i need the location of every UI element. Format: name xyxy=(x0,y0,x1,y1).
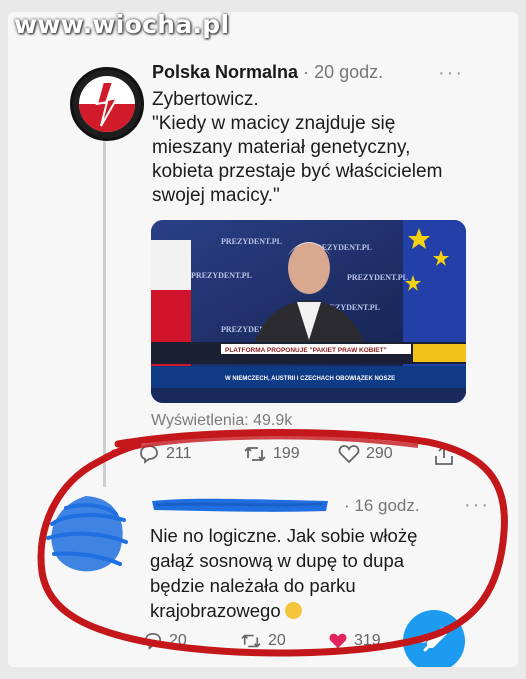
tweet-text: Zybertowicz. "Kiedy w macicy znajduje si… xyxy=(152,89,443,206)
heart-filled-icon xyxy=(329,633,347,649)
ticker-bottom: W NIEMCZECH, AUSTRII I CZECHACH OBOWIĄZE… xyxy=(225,376,395,382)
press-conference-photo: PREZYDENT.PL PREZYDENT.PL PREZYDENT.PL P… xyxy=(151,220,466,403)
share-icon xyxy=(435,444,453,465)
like-action[interactable]: 290 xyxy=(338,444,393,464)
ticker-headline: PLATFORMA PROPONUJE "PAKIET PRAW KOBIET" xyxy=(225,347,387,354)
reply-reply-action[interactable]: 20 xyxy=(143,632,187,650)
reply-text-content: Nie no logiczne. Jak sobie włożę gałąź s… xyxy=(150,525,418,621)
reply-retweet-action[interactable]: 20 xyxy=(240,632,286,650)
share-action[interactable] xyxy=(434,444,454,466)
reply-avatar-scribbled[interactable] xyxy=(46,494,130,578)
reply-like-count: 319 xyxy=(354,632,381,649)
reply-retweet-count: 20 xyxy=(268,632,286,649)
tweet-screenshot: Polska Normalna · 20 godz. ··· Zybertowi… xyxy=(8,12,518,667)
polish-flag-logo-icon xyxy=(73,70,141,138)
reply-time: · 16 godz. xyxy=(344,496,420,515)
reply-like-action[interactable]: 319 xyxy=(328,632,381,650)
retweet-count: 199 xyxy=(273,445,300,462)
reply-reply-count: 20 xyxy=(169,632,187,649)
watermark-text: www.wiocha.pl xyxy=(14,10,230,39)
redacted-username[interactable] xyxy=(150,495,330,515)
tweet-time: · 20 godz. xyxy=(303,62,384,82)
reply-text: Nie no logiczne. Jak sobie włożę gałąź s… xyxy=(150,523,470,623)
reply-icon xyxy=(144,632,162,650)
backdrop-text: PREZYDENT.PL xyxy=(221,237,282,246)
backdrop-text: PREZYDENT.PL xyxy=(347,273,408,282)
thread-line xyxy=(103,122,106,487)
reply-action[interactable]: 211 xyxy=(138,444,192,464)
backdrop-text: PREZYDENT.PL xyxy=(191,271,252,280)
more-options-icon[interactable]: ··· xyxy=(464,494,490,517)
compose-feather-icon xyxy=(415,627,448,652)
retweet-icon xyxy=(244,446,266,462)
tweet-header: Polska Normalna · 20 godz. xyxy=(152,62,383,83)
heart-icon xyxy=(338,445,360,464)
author-name[interactable]: Polska Normalna xyxy=(152,62,298,82)
reply-icon xyxy=(140,445,158,464)
author-avatar[interactable] xyxy=(70,67,144,141)
compose-tweet-button[interactable] xyxy=(403,610,465,667)
view-count: Wyświetlenia: 49.9k xyxy=(151,412,293,429)
tweet-media-image[interactable]: PREZYDENT.PL PREZYDENT.PL PREZYDENT.PL P… xyxy=(151,220,466,403)
like-count: 290 xyxy=(366,445,393,462)
retweet-action[interactable]: 199 xyxy=(243,444,300,464)
more-options-icon[interactable]: ··· xyxy=(438,62,464,85)
retweet-icon xyxy=(241,634,261,648)
flushed-emoji-icon xyxy=(284,602,302,619)
reply-count: 211 xyxy=(166,445,192,462)
